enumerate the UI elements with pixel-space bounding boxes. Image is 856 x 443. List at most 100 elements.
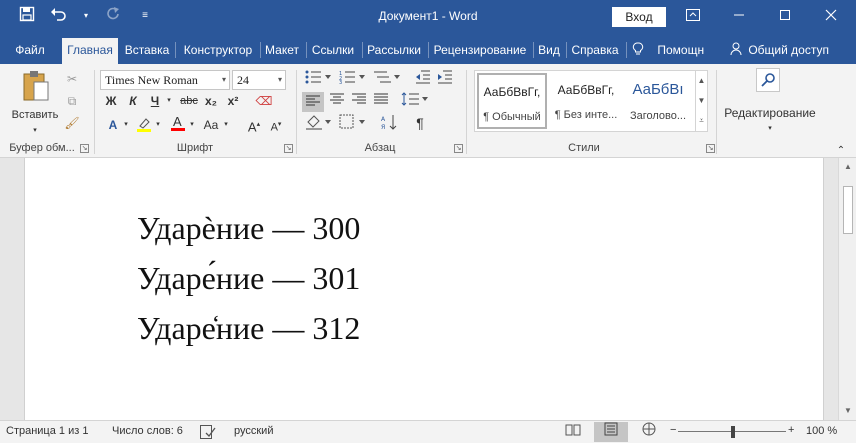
cut-icon[interactable]: ✂ [62, 70, 82, 88]
italic-button[interactable]: К [124, 92, 142, 110]
styles-scrollbar[interactable]: ▲ ▼ ⩡ [695, 71, 707, 131]
print-layout-icon[interactable] [594, 422, 628, 442]
paste-icon[interactable] [16, 70, 56, 110]
format-painter-icon[interactable]: 🖌 [62, 114, 82, 132]
multilevel-list-icon[interactable] [372, 70, 402, 89]
tab-references[interactable]: Ссылки [308, 40, 358, 64]
chevron-down-icon[interactable]: ▾ [122, 116, 130, 134]
font-name-combo[interactable]: Times New Roman ▾ [100, 70, 230, 90]
paragraph-launcher-icon[interactable]: ↘ [454, 144, 463, 153]
editing-dropdown-icon[interactable]: ▾ [764, 120, 776, 138]
grow-font-button[interactable]: A▴ [246, 116, 262, 136]
share-button[interactable]: Общий доступ [730, 40, 834, 64]
tab-insert[interactable]: Вставка [122, 40, 172, 64]
change-case-button[interactable]: Aa [200, 116, 222, 134]
clipboard-launcher-icon[interactable]: ↘ [80, 144, 89, 153]
document-line[interactable]: Ударе́ние — 301 [137, 260, 360, 297]
svg-text:Я: Я [381, 124, 385, 130]
search-icon[interactable] [754, 68, 782, 96]
copy-icon[interactable]: ⧉ [62, 92, 82, 110]
underline-button[interactable]: Ч [146, 92, 164, 110]
tab-mailings[interactable]: Рассылки [364, 40, 424, 64]
style-normal[interactable]: АаБбВвГг, ¶ Обычный [477, 73, 547, 129]
align-center-icon[interactable] [326, 92, 348, 110]
read-mode-icon[interactable] [556, 422, 590, 442]
tab-file[interactable]: Файл [8, 40, 52, 64]
language-indicator[interactable]: русский [234, 425, 273, 437]
lightbulb-icon [632, 42, 647, 57]
show-formatting-icon[interactable]: ¶ [410, 114, 430, 132]
tell-me-label: Помощн [657, 43, 705, 57]
align-left-icon[interactable] [302, 92, 324, 112]
document-page[interactable]: Ударѐние — 300 Ударе́ние — 301 Ударе̒ние… [24, 158, 824, 420]
bullets-icon[interactable] [304, 70, 334, 89]
group-separator [716, 70, 717, 154]
document-line[interactable]: Ударѐние — 300 [137, 210, 360, 247]
group-separator [466, 70, 467, 154]
tab-separator [533, 42, 534, 58]
vertical-scrollbar[interactable]: ▲ ▼ [838, 158, 856, 420]
tab-review[interactable]: Рецензирование [430, 40, 530, 64]
text-effects-icon[interactable]: A [102, 116, 124, 134]
shrink-font-button[interactable]: A▾ [268, 116, 284, 137]
sort-icon[interactable]: АЯ [380, 114, 400, 135]
tab-help[interactable]: Справка [568, 40, 622, 64]
justify-icon[interactable] [370, 92, 392, 110]
increase-indent-icon[interactable] [436, 70, 454, 89]
borders-icon[interactable] [338, 114, 368, 135]
chevron-down-icon[interactable]: ▾ [278, 71, 282, 89]
clear-formatting-icon[interactable]: ⌫ [254, 92, 274, 110]
style-name: Заголово... [629, 110, 687, 122]
font-launcher-icon[interactable]: ↘ [284, 144, 293, 153]
zoom-level[interactable]: 100 % [806, 425, 837, 437]
decrease-indent-icon[interactable] [414, 70, 432, 89]
word-count[interactable]: Число слов: 6 [112, 425, 183, 437]
underline-dropdown-icon[interactable]: ▾ [164, 92, 174, 110]
style-heading[interactable]: АаБбВı Заголово... [623, 73, 693, 129]
shading-icon[interactable] [304, 114, 334, 135]
group-separator [94, 70, 95, 154]
align-right-icon[interactable] [348, 92, 370, 110]
subscript-button[interactable]: x₂ [202, 92, 220, 110]
tab-home[interactable]: Главная [62, 38, 118, 64]
chevron-down-icon[interactable]: ▾ [222, 71, 226, 89]
tab-view[interactable]: Вид [535, 40, 563, 64]
zoom-in-icon[interactable]: + [788, 424, 794, 436]
chevron-down-icon[interactable]: ▼ [696, 91, 707, 111]
page-count[interactable]: Страница 1 из 1 [6, 425, 88, 437]
strikethrough-button[interactable]: abc [178, 92, 200, 110]
sign-in-button[interactable]: Вход [612, 7, 666, 27]
chevron-down-icon[interactable]: ▾ [222, 116, 230, 134]
document-line[interactable]: Ударе̒ние — 312 [137, 310, 360, 347]
font-size-combo[interactable]: 24 ▾ [232, 70, 286, 90]
numbering-icon[interactable]: 123 [338, 70, 368, 89]
font-color-icon[interactable]: A [168, 114, 188, 137]
tab-layout[interactable]: Макет [262, 40, 302, 64]
scrollbar-thumb[interactable] [843, 186, 853, 234]
close-icon[interactable] [808, 0, 854, 34]
highlight-icon[interactable] [134, 116, 154, 137]
chevron-down-icon[interactable]: ▾ [188, 116, 196, 134]
maximize-icon[interactable] [762, 0, 808, 34]
tab-design[interactable]: Конструктор [178, 40, 258, 64]
tab-tell-me[interactable]: Помощн [632, 40, 716, 64]
bold-button[interactable]: Ж [102, 92, 120, 110]
zoom-out-icon[interactable]: − [670, 424, 676, 436]
style-no-spacing[interactable]: АаБбВвГг, ¶ Без инте... [551, 73, 621, 129]
chevron-up-icon[interactable]: ▲ [696, 71, 707, 91]
superscript-button[interactable]: x² [224, 92, 242, 110]
ribbon-display-icon[interactable] [670, 0, 716, 34]
scroll-up-icon[interactable]: ▲ [839, 162, 856, 171]
scroll-down-icon[interactable]: ▼ [839, 406, 856, 415]
minimize-icon[interactable] [716, 0, 762, 34]
font-size-value: 24 [237, 73, 249, 87]
line-spacing-icon[interactable] [400, 92, 430, 111]
paste-dropdown-icon[interactable]: ▾ [30, 122, 40, 140]
ribbon: Вставить ▾ ✂ ⧉ 🖌 Буфер обм... ↘ Times Ne… [0, 64, 856, 158]
more-styles-icon[interactable]: ⩡ [696, 111, 707, 131]
styles-launcher-icon[interactable]: ↘ [706, 144, 715, 153]
chevron-down-icon[interactable]: ▾ [154, 116, 162, 134]
web-layout-icon[interactable] [632, 422, 666, 442]
zoom-slider-thumb[interactable] [731, 426, 735, 438]
proofing-icon[interactable] [200, 425, 216, 442]
